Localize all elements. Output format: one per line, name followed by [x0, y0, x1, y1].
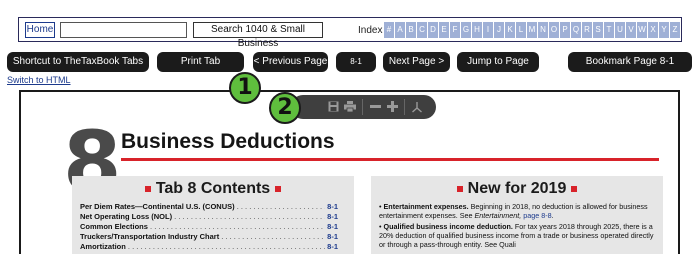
index-letter[interactable]: Q [571, 22, 581, 38]
index-letter[interactable]: A [395, 22, 405, 38]
home-button[interactable]: Home [25, 22, 55, 38]
page-number-display: 8-1 [336, 52, 376, 72]
next-page-button[interactable]: Next Page > [383, 52, 450, 72]
jump-to-page-button[interactable]: Jump to Page [457, 52, 539, 72]
bullet-square [571, 185, 578, 192]
toc-title: Tab 8 Contents [72, 180, 354, 198]
index-letter-links: # A B C D E F G H I J K L M N O P Q R S … [384, 22, 680, 38]
index-letter[interactable]: M [527, 22, 537, 38]
toolbar-divider [362, 99, 363, 115]
zoom-out-icon[interactable] [369, 101, 381, 113]
index-label: Index [358, 25, 383, 36]
index-letter[interactable]: N [538, 22, 548, 38]
search-input[interactable] [60, 22, 187, 38]
toc-panel: Tab 8 Contents Per Diem Rates—Continenta… [72, 176, 354, 254]
index-letter[interactable]: E [439, 22, 449, 38]
index-letter[interactable]: I [483, 22, 493, 38]
new-for-title: New for 2019 [371, 180, 663, 198]
index-letter[interactable]: R [582, 22, 592, 38]
pdf-toolbar [291, 95, 436, 119]
acrobat-icon[interactable] [411, 101, 423, 113]
index-letter[interactable]: U [615, 22, 625, 38]
index-letter[interactable]: P [560, 22, 570, 38]
index-letter[interactable]: X [648, 22, 658, 38]
toolbar-divider [404, 99, 405, 115]
index-letter[interactable]: H [472, 22, 482, 38]
index-letter[interactable]: T [604, 22, 614, 38]
previous-page-button[interactable]: < Previous Page [253, 52, 328, 72]
index-letter[interactable]: J [494, 22, 504, 38]
zoom-in-icon[interactable] [386, 101, 398, 113]
step-badge-1: 1 [229, 72, 261, 104]
toc-row[interactable]: Amortization . . . . . . . . . . . . . .… [80, 242, 338, 251]
toc-row[interactable]: Common Elections . . . . . . . . . . . .… [80, 222, 338, 231]
index-letter[interactable]: O [549, 22, 559, 38]
new-item-qbi: • Qualified business income deduction. F… [379, 222, 654, 249]
index-letter[interactable]: B [406, 22, 416, 38]
page-frame: Home Search 1040 & Small Business Index … [0, 0, 699, 254]
save-icon[interactable] [327, 101, 339, 113]
new-item-entertainment: • Entertainment expenses. Beginning in 2… [379, 202, 648, 220]
toc-row[interactable]: Truckers/Transportation Industry Chart .… [80, 232, 338, 241]
shortcut-tabs-button[interactable]: Shortcut to TheTaxBook Tabs [7, 52, 149, 72]
top-search-bar: Home Search 1040 & Small Business Index … [18, 17, 682, 49]
index-letter[interactable]: C [417, 22, 427, 38]
index-letter[interactable]: L [516, 22, 526, 38]
index-letter[interactable]: D [428, 22, 438, 38]
search-button[interactable]: Search 1040 & Small Business [193, 22, 323, 49]
index-letter[interactable]: W [637, 22, 647, 38]
print-icon[interactable] [344, 101, 356, 113]
index-letter[interactable]: S [593, 22, 603, 38]
page-heading: Business Deductions [121, 130, 335, 153]
heading-rule [121, 158, 659, 161]
index-letter[interactable]: Z [670, 22, 680, 38]
index-letter[interactable]: V [626, 22, 636, 38]
toc-row[interactable]: Net Operating Loss (NOL) . . . . . . . .… [80, 212, 338, 221]
bookmark-page-button[interactable]: Bookmark Page 8-1 [568, 52, 692, 72]
print-tab-button[interactable]: Print Tab [157, 52, 244, 72]
index-letter[interactable]: # [384, 22, 394, 38]
index-letter[interactable]: F [450, 22, 460, 38]
bullet-square [275, 185, 282, 192]
bullet-square [456, 185, 463, 192]
toc-row[interactable]: Per Diem Rates—Continental U.S. (CONUS) … [80, 202, 338, 211]
bullet-square [144, 185, 151, 192]
index-letter[interactable]: K [505, 22, 515, 38]
new-for-panel: New for 2019 • Entertainment expenses. B… [371, 176, 663, 254]
page-link[interactable]: page 8-8 [521, 211, 551, 220]
index-letter[interactable]: Y [659, 22, 669, 38]
index-letter[interactable]: G [461, 22, 471, 38]
switch-to-html-link[interactable]: Switch to HTML [7, 75, 71, 85]
step-badge-2: 2 [269, 92, 301, 124]
